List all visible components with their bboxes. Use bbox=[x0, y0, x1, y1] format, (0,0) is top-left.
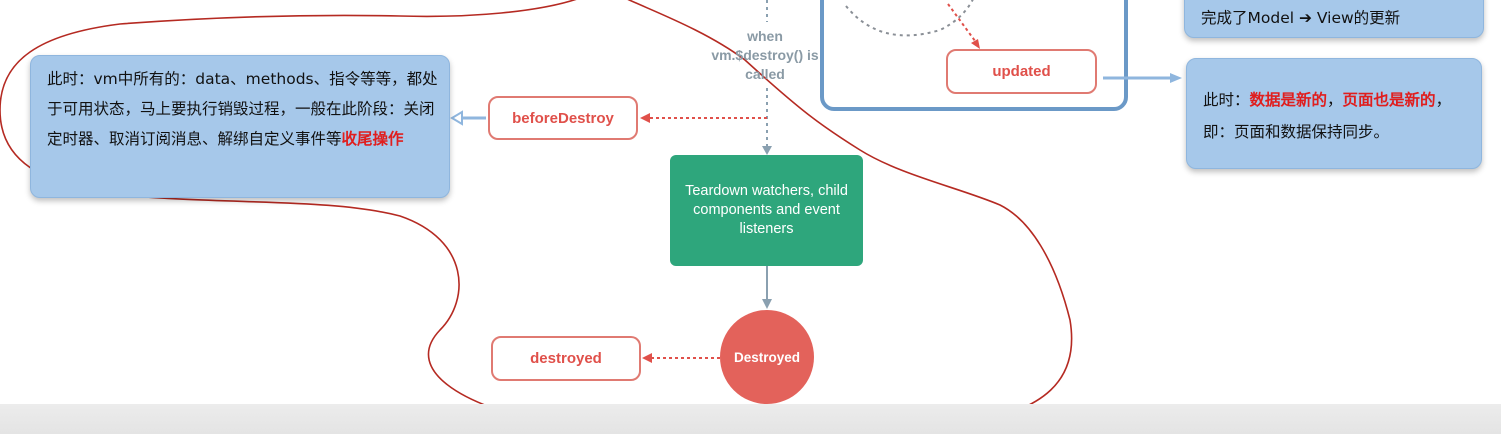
destroyed-state-circle: Destroyed bbox=[720, 310, 814, 404]
right-note-highlight-1: 数据是新的 bbox=[1249, 91, 1328, 109]
arrowhead-teardown bbox=[762, 146, 772, 155]
teardown-step: Teardown watchers, child components and … bbox=[670, 155, 863, 266]
bottom-gray-bar bbox=[0, 404, 1501, 434]
arrowhead-left-note bbox=[450, 110, 463, 126]
right-note-text-2: ， bbox=[1327, 91, 1343, 109]
right-note-highlight-2: 页面也是新的 bbox=[1342, 91, 1436, 109]
before-destroy-explanation-note: 此时：vm中所有的：data、methods、指令等等，都处于可用状态，马上要执… bbox=[30, 55, 450, 198]
updated-hook: updated bbox=[946, 49, 1097, 94]
top-right-note-text: 完成了Model ➔ View的更新 bbox=[1201, 9, 1401, 27]
updated-explanation-note: 此时：数据是新的，页面也是新的，即：页面和数据保持同步。 bbox=[1186, 58, 1482, 169]
arrowhead-destroyed-hook bbox=[642, 353, 652, 363]
destroyed-hook: destroyed bbox=[491, 336, 641, 381]
arrowhead-beforeDestroy bbox=[640, 113, 650, 123]
arrowhead-right-note bbox=[1170, 73, 1182, 83]
teardown-text: Teardown watchers, child components and … bbox=[685, 183, 848, 237]
destroy-trigger-label: when vm.$destroy() is called bbox=[711, 28, 819, 82]
arrowhead-destroyed bbox=[762, 299, 772, 309]
destroyed-state-label: Destroyed bbox=[733, 349, 801, 365]
right-note-text-1: 此时： bbox=[1203, 91, 1250, 109]
left-note-highlight: 收尾操作 bbox=[341, 130, 404, 148]
model-view-update-note: 完成了Model ➔ View的更新 bbox=[1184, 0, 1484, 38]
beforeDestroy-hook: beforeDestroy bbox=[488, 96, 638, 140]
